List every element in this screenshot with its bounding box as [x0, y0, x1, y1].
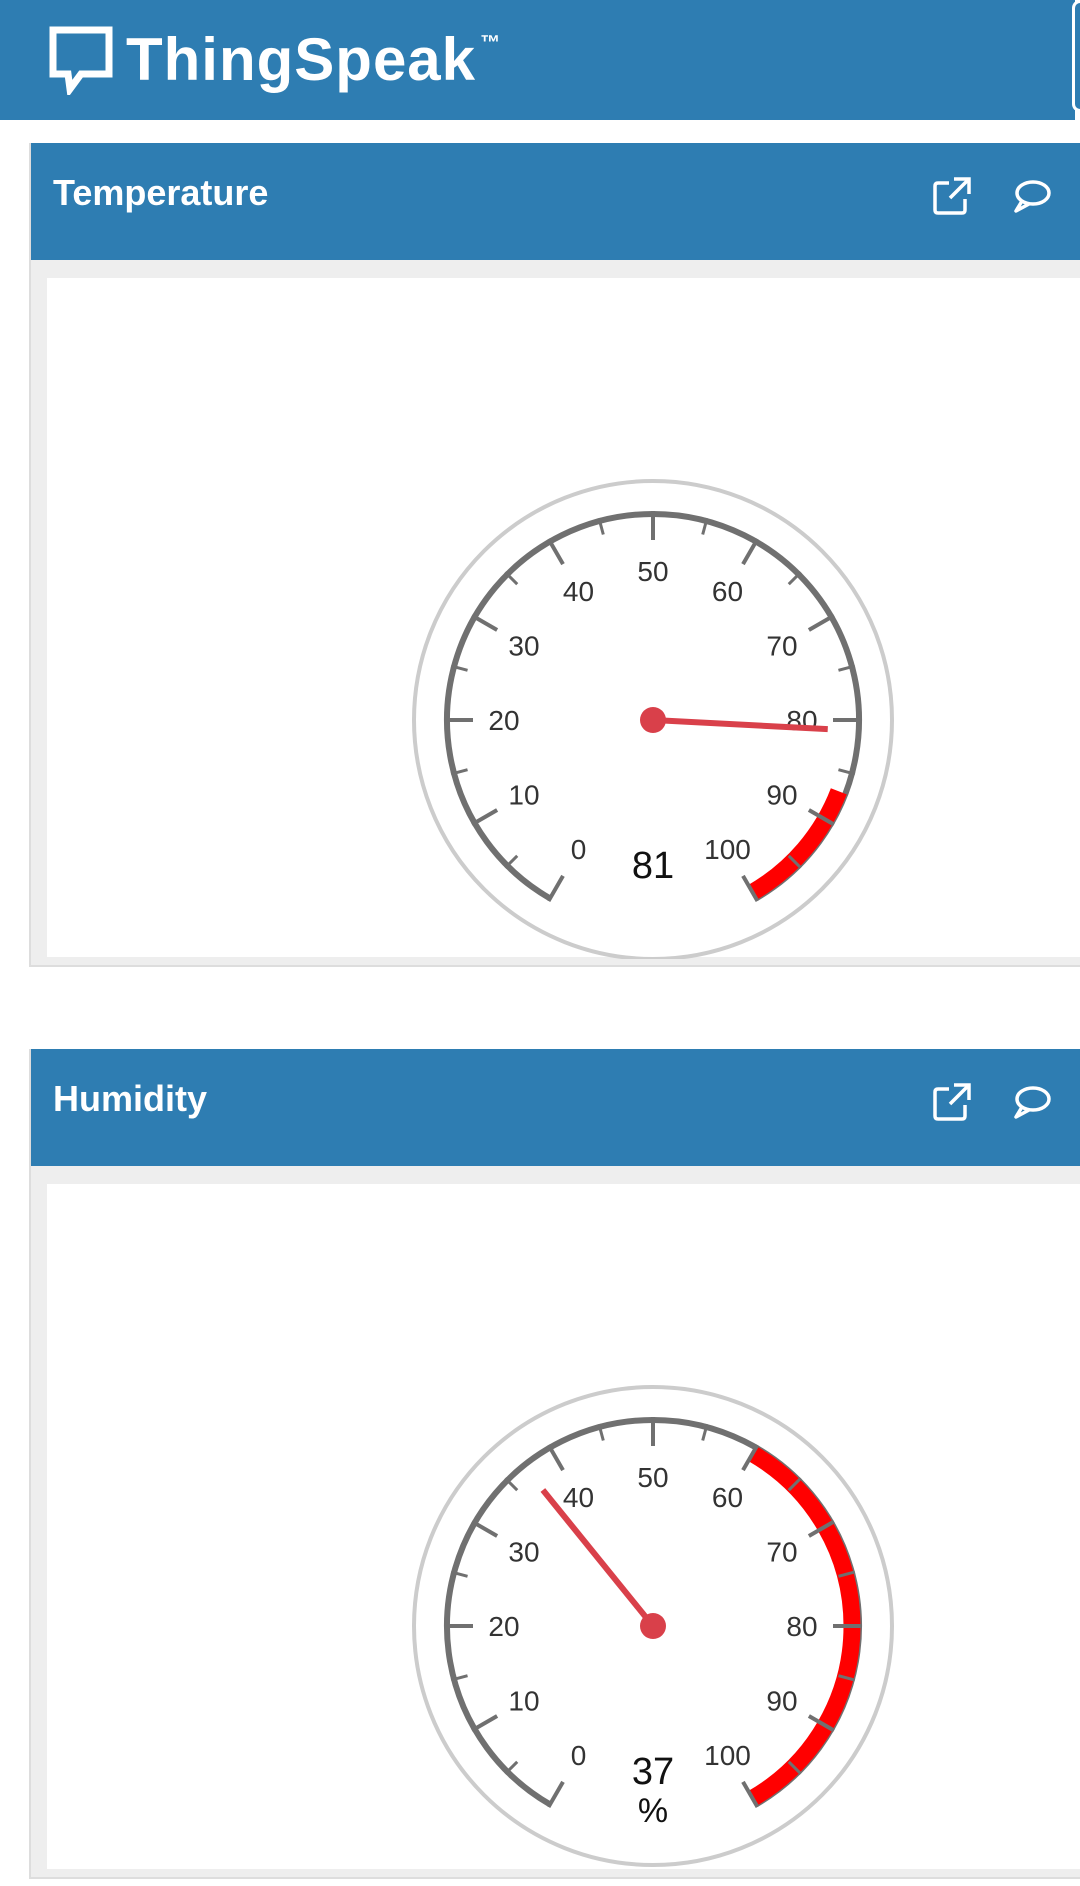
gauge-tick-label: 60: [712, 576, 743, 607]
gauge-major-tick: [807, 613, 835, 632]
gauge-major-tick: [471, 1519, 499, 1538]
gauge-tick-label: 50: [637, 556, 668, 587]
gauge-major-tick: [741, 538, 760, 566]
comment-icon[interactable]: [1008, 173, 1054, 219]
gauge-major-tick: [471, 808, 499, 827]
thingspeak-logo[interactable]: ThingSpeak ™: [48, 24, 500, 96]
speech-bubble-logo-icon: [49, 26, 113, 95]
external-link-icon[interactable]: [929, 173, 975, 219]
gauge-units-label: %: [638, 1792, 668, 1830]
logo-trademark: ™: [480, 32, 501, 54]
gauge-tick-label: 50: [637, 1462, 668, 1493]
gauge-tick-label: 30: [508, 1537, 539, 1568]
comment-icon[interactable]: [1008, 1079, 1054, 1125]
gauge-tick-label: 30: [508, 631, 539, 662]
gauge-major-tick: [471, 1714, 499, 1733]
gauge-major-tick: [546, 538, 565, 566]
gauge-tick-label: 40: [563, 1482, 594, 1513]
temperature-widget: Temperature 0 10 20 30 40 50 60 70 80 90 100 81: [29, 143, 1080, 967]
gauge-value-label: 81: [632, 845, 674, 887]
widget-header: Humidity: [31, 1049, 1080, 1166]
gauge-tick-label: 10: [508, 780, 539, 811]
gauge-tick-label: 10: [508, 1686, 539, 1717]
widget-body: 0 10 20 30 40 50 60 70 80 90 100 81: [47, 278, 1080, 959]
external-link-icon[interactable]: [929, 1079, 975, 1125]
gauge-tick-label: 20: [488, 705, 519, 736]
gauge-major-tick: [546, 1780, 565, 1808]
gauge-tick-label: 70: [766, 1537, 797, 1568]
humidity-widget: Humidity 0 10 20 30 40 50 60 70 80 90 100 37%: [29, 1049, 1080, 1879]
navbar-toggle-edge[interactable]: [1072, 0, 1080, 112]
gauge-major-tick: [471, 613, 499, 632]
gauge-needle-hub: [640, 707, 666, 733]
gauge-tick-label: 70: [766, 631, 797, 662]
logo-text: ThingSpeak: [126, 26, 477, 93]
gauge-tick-label: 90: [766, 780, 797, 811]
gauge-tick-label: 60: [712, 1482, 743, 1513]
gauge-tick-label: 90: [766, 1686, 797, 1717]
humidity-gauge: 0 10 20 30 40 50 60 70 80 90 100 37%: [412, 1385, 894, 1867]
gauge-tick-label: 100: [704, 834, 751, 865]
widget-header: Temperature: [31, 143, 1080, 260]
widget-body: 0 10 20 30 40 50 60 70 80 90 100 37%: [47, 1184, 1080, 1869]
temperature-gauge: 010203040506070809010081: [412, 479, 894, 959]
widget-title: Humidity: [53, 1078, 208, 1119]
gauge-tick-label: 80: [786, 1611, 817, 1642]
gauge-needle-hub: [640, 1613, 666, 1639]
widget-title: Temperature: [53, 172, 269, 213]
gauge-tick-label: 0: [571, 834, 587, 865]
top-navbar: ThingSpeak ™: [0, 0, 1075, 120]
gauge-major-tick: [546, 1444, 565, 1472]
gauge-value-label: 37: [632, 1751, 674, 1793]
gauge-tick-label: 0: [571, 1740, 587, 1771]
gauge-tick-label: 100: [704, 1740, 751, 1771]
gauge-major-tick: [546, 874, 565, 902]
gauge-needle: [540, 1488, 656, 1628]
gauge-tick-label: 40: [563, 576, 594, 607]
gauge-tick-label: 20: [488, 1611, 519, 1642]
